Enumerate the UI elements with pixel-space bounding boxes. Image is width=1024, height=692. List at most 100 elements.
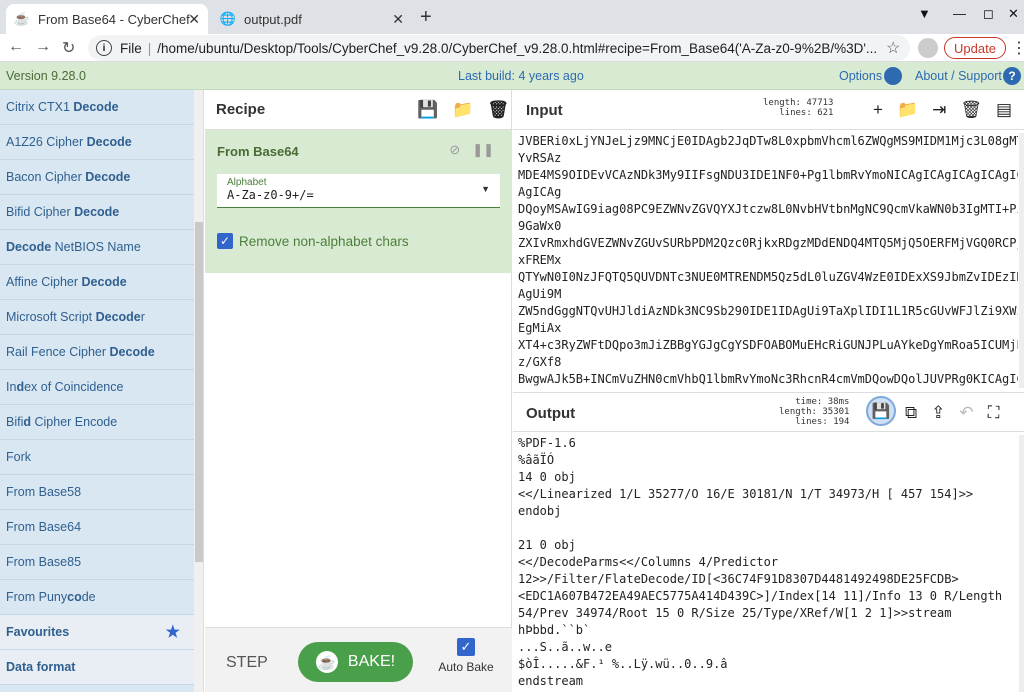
- input-line: AgUi9M: [518, 287, 562, 301]
- input-line: xFREMx: [518, 253, 562, 267]
- operation-item[interactable]: Fork: [0, 440, 194, 475]
- replace-input-icon[interactable]: ⇪: [931, 403, 945, 423]
- operation-item[interactable]: Rail Fence Cipher Decode: [0, 335, 194, 370]
- output-title: Output: [526, 405, 576, 422]
- tab-output-pdf[interactable]: 🌐 output.pdf ✕: [212, 4, 412, 34]
- disable-icon[interactable]: ⊘: [449, 142, 460, 158]
- output-scrollbar[interactable]: [1019, 435, 1024, 692]
- pause-icon[interactable]: ❚❚: [472, 142, 494, 158]
- chevron-down-icon[interactable]: ▼: [481, 184, 490, 194]
- input-line: DQoyMSAwIG9iag08PC9EZWNvZGVQYXJtczw8L0Nv…: [518, 202, 1018, 216]
- input-line: ZW5ndGggNTQvUHJldiAzNDk3NC9Sb290IDE1IDAg…: [518, 304, 1018, 318]
- recipe-header: Recipe 💾 📁 🗑: [205, 90, 511, 130]
- output-line: 54/Prev 34974/Root 15 0 R/Size 25/Type/X…: [518, 606, 952, 620]
- operations-scrollbar[interactable]: [194, 90, 204, 692]
- category-data-format[interactable]: Data format: [0, 650, 194, 685]
- recipe-title: Recipe: [216, 101, 266, 118]
- auto-bake-checkbox[interactable]: ✓ Auto Bake: [434, 638, 498, 674]
- forward-icon[interactable]: →: [35, 38, 51, 56]
- input-line: JVBERi0xLjYNJeLjz9MNCjE0IDAgb2JqDTw8L0xp…: [518, 134, 1018, 148]
- operation-item[interactable]: From Base58: [0, 475, 194, 510]
- bake-button[interactable]: ☕ BAKE!: [298, 642, 413, 682]
- remove-nonalphabet-checkbox[interactable]: ✓ Remove non-alphabet chars: [217, 233, 409, 249]
- tab-search-icon[interactable]: ▼: [918, 6, 931, 21]
- tab-cyberchef[interactable]: ☕ From Base64 - CyberChef ✕: [6, 4, 208, 34]
- operation-item[interactable]: From Punycode: [0, 580, 194, 615]
- back-icon[interactable]: ←: [8, 38, 24, 56]
- input-line: ZXIvRmxhdGVEZWNvZGUvSURbPDM2Qzc0RjkxRDgz…: [518, 236, 1018, 250]
- cyberchef-icon: ☕: [13, 11, 31, 26]
- operation-item[interactable]: Decode NetBIOS Name: [0, 230, 194, 265]
- operation-item[interactable]: Bifid Cipher Decode: [0, 195, 194, 230]
- input-line: XT4+c3RyZWFtDQpo3mJiZBBgYGJgCgYSDFOABOMu…: [518, 338, 1018, 352]
- operation-item[interactable]: Bifid Cipher Encode: [0, 405, 194, 440]
- output-line: %âãÏÓ: [518, 453, 555, 467]
- operation-item[interactable]: Microsoft Script Decoder: [0, 300, 194, 335]
- tab-title: output.pdf: [244, 11, 302, 27]
- recipe-operation[interactable]: From Base64 ⊘ ❚❚ Alphabet A-Za-z0-9+/= ▼…: [205, 130, 512, 273]
- operation-item[interactable]: A1Z26 Cipher Decode: [0, 125, 194, 160]
- update-button[interactable]: Update: [944, 37, 1006, 59]
- output-textarea[interactable]: %PDF-1.6 %âãÏÓ 14 0 obj <</Linearized 1/L 3…: [513, 435, 1018, 692]
- star-icon: ★: [165, 624, 180, 641]
- file-input-icon[interactable]: ⇥: [932, 100, 946, 120]
- operation-item[interactable]: Index of Coincidence: [0, 370, 194, 405]
- category-favourites[interactable]: Favourites ★: [0, 615, 194, 650]
- options-link[interactable]: Options: [839, 69, 882, 83]
- input-line: 9GaWx0: [518, 219, 562, 233]
- url-input[interactable]: i File | /home/ubuntu/Desktop/Tools/Cybe…: [88, 35, 910, 61]
- help-icon[interactable]: ?: [1003, 67, 1021, 85]
- input-title: Input: [526, 102, 563, 119]
- input-line: EgMiAx: [518, 321, 562, 335]
- close-window-button[interactable]: ✕: [1008, 6, 1019, 22]
- maximize-icon[interactable]: ⛶: [988, 403, 1000, 423]
- checkbox-checked-icon[interactable]: ✓: [457, 638, 475, 656]
- chef-icon: ☕: [315, 651, 338, 673]
- copy-icon[interactable]: ⧉: [905, 403, 917, 423]
- operations-list: Citrix CTX1 Decode A1Z26 Cipher Decode Bac…: [0, 90, 194, 692]
- layout-icon[interactable]: ▤: [996, 100, 1012, 120]
- maximize-button[interactable]: ◻: [983, 6, 994, 22]
- profile-avatar[interactable]: [918, 38, 938, 58]
- output-line: 14 0 obj: [518, 470, 576, 484]
- output-line: endstream: [518, 674, 584, 688]
- operation-item[interactable]: From Base64: [0, 510, 194, 545]
- input-textarea[interactable]: JVBERi0xLjYNJeLjz9MNCjE0IDAgb2JqDTw8L0xp…: [513, 133, 1018, 388]
- save-icon[interactable]: 💾: [417, 100, 438, 120]
- input-stats: length: 47713 lines: 621: [763, 98, 834, 118]
- undo-icon[interactable]: ↶: [959, 403, 973, 423]
- operation-item[interactable]: Citrix CTX1 Decode: [0, 90, 194, 125]
- output-line: endobj: [518, 504, 562, 518]
- trash-icon[interactable]: 🗑: [487, 100, 509, 120]
- auto-bake-label: Auto Bake: [438, 660, 494, 674]
- checkbox-checked-icon[interactable]: ✓: [217, 233, 233, 249]
- reload-icon[interactable]: ↻: [62, 38, 75, 58]
- input-line: QTYwN0I0NzJFQTQ5QUVDNTc3NUE0MTRENDM5Qz5d…: [518, 270, 1018, 284]
- minimize-button[interactable]: —: [953, 6, 966, 21]
- close-icon[interactable]: ✕: [392, 11, 404, 28]
- step-button[interactable]: STEP: [226, 654, 268, 672]
- folder-icon[interactable]: 📁: [897, 100, 918, 120]
- new-tab-button[interactable]: +: [420, 6, 432, 29]
- save-output-icon[interactable]: 💾: [866, 396, 896, 426]
- trash-icon[interactable]: 🗑: [960, 100, 982, 120]
- url-text: /home/ubuntu/Desktop/Tools/CyberChef_v9.…: [157, 40, 878, 56]
- input-line: AgICAg: [518, 185, 562, 199]
- info-icon[interactable]: i: [96, 40, 112, 56]
- operation-item[interactable]: Affine Cipher Decode: [0, 265, 194, 300]
- input-scrollbar[interactable]: [1019, 133, 1024, 388]
- input-line: MDE4MS9OIDEvVCAzNDk3My9IIFsgNDU3IDE1NF0+…: [518, 168, 1018, 182]
- tab-title: From Base64 - CyberChef: [38, 11, 190, 27]
- menu-kebab-icon[interactable]: ⋮: [1011, 38, 1024, 58]
- operation-item[interactable]: Bacon Cipher Decode: [0, 160, 194, 195]
- bookmark-star-icon[interactable]: ☆: [886, 38, 900, 58]
- close-icon[interactable]: ✕: [188, 11, 200, 28]
- about-support-link[interactable]: About / Support: [915, 69, 1002, 83]
- add-icon[interactable]: +: [873, 100, 883, 120]
- gear-icon[interactable]: [884, 67, 902, 85]
- output-line: 21 0 obj: [518, 538, 576, 552]
- folder-icon[interactable]: 📁: [452, 100, 473, 120]
- operation-item[interactable]: From Base85: [0, 545, 194, 580]
- alphabet-select[interactable]: Alphabet A-Za-z0-9+/= ▼: [217, 174, 500, 208]
- input-header: Input length: 47713 lines: 621 + 📁 ⇥ 🗑 ▤: [513, 90, 1024, 130]
